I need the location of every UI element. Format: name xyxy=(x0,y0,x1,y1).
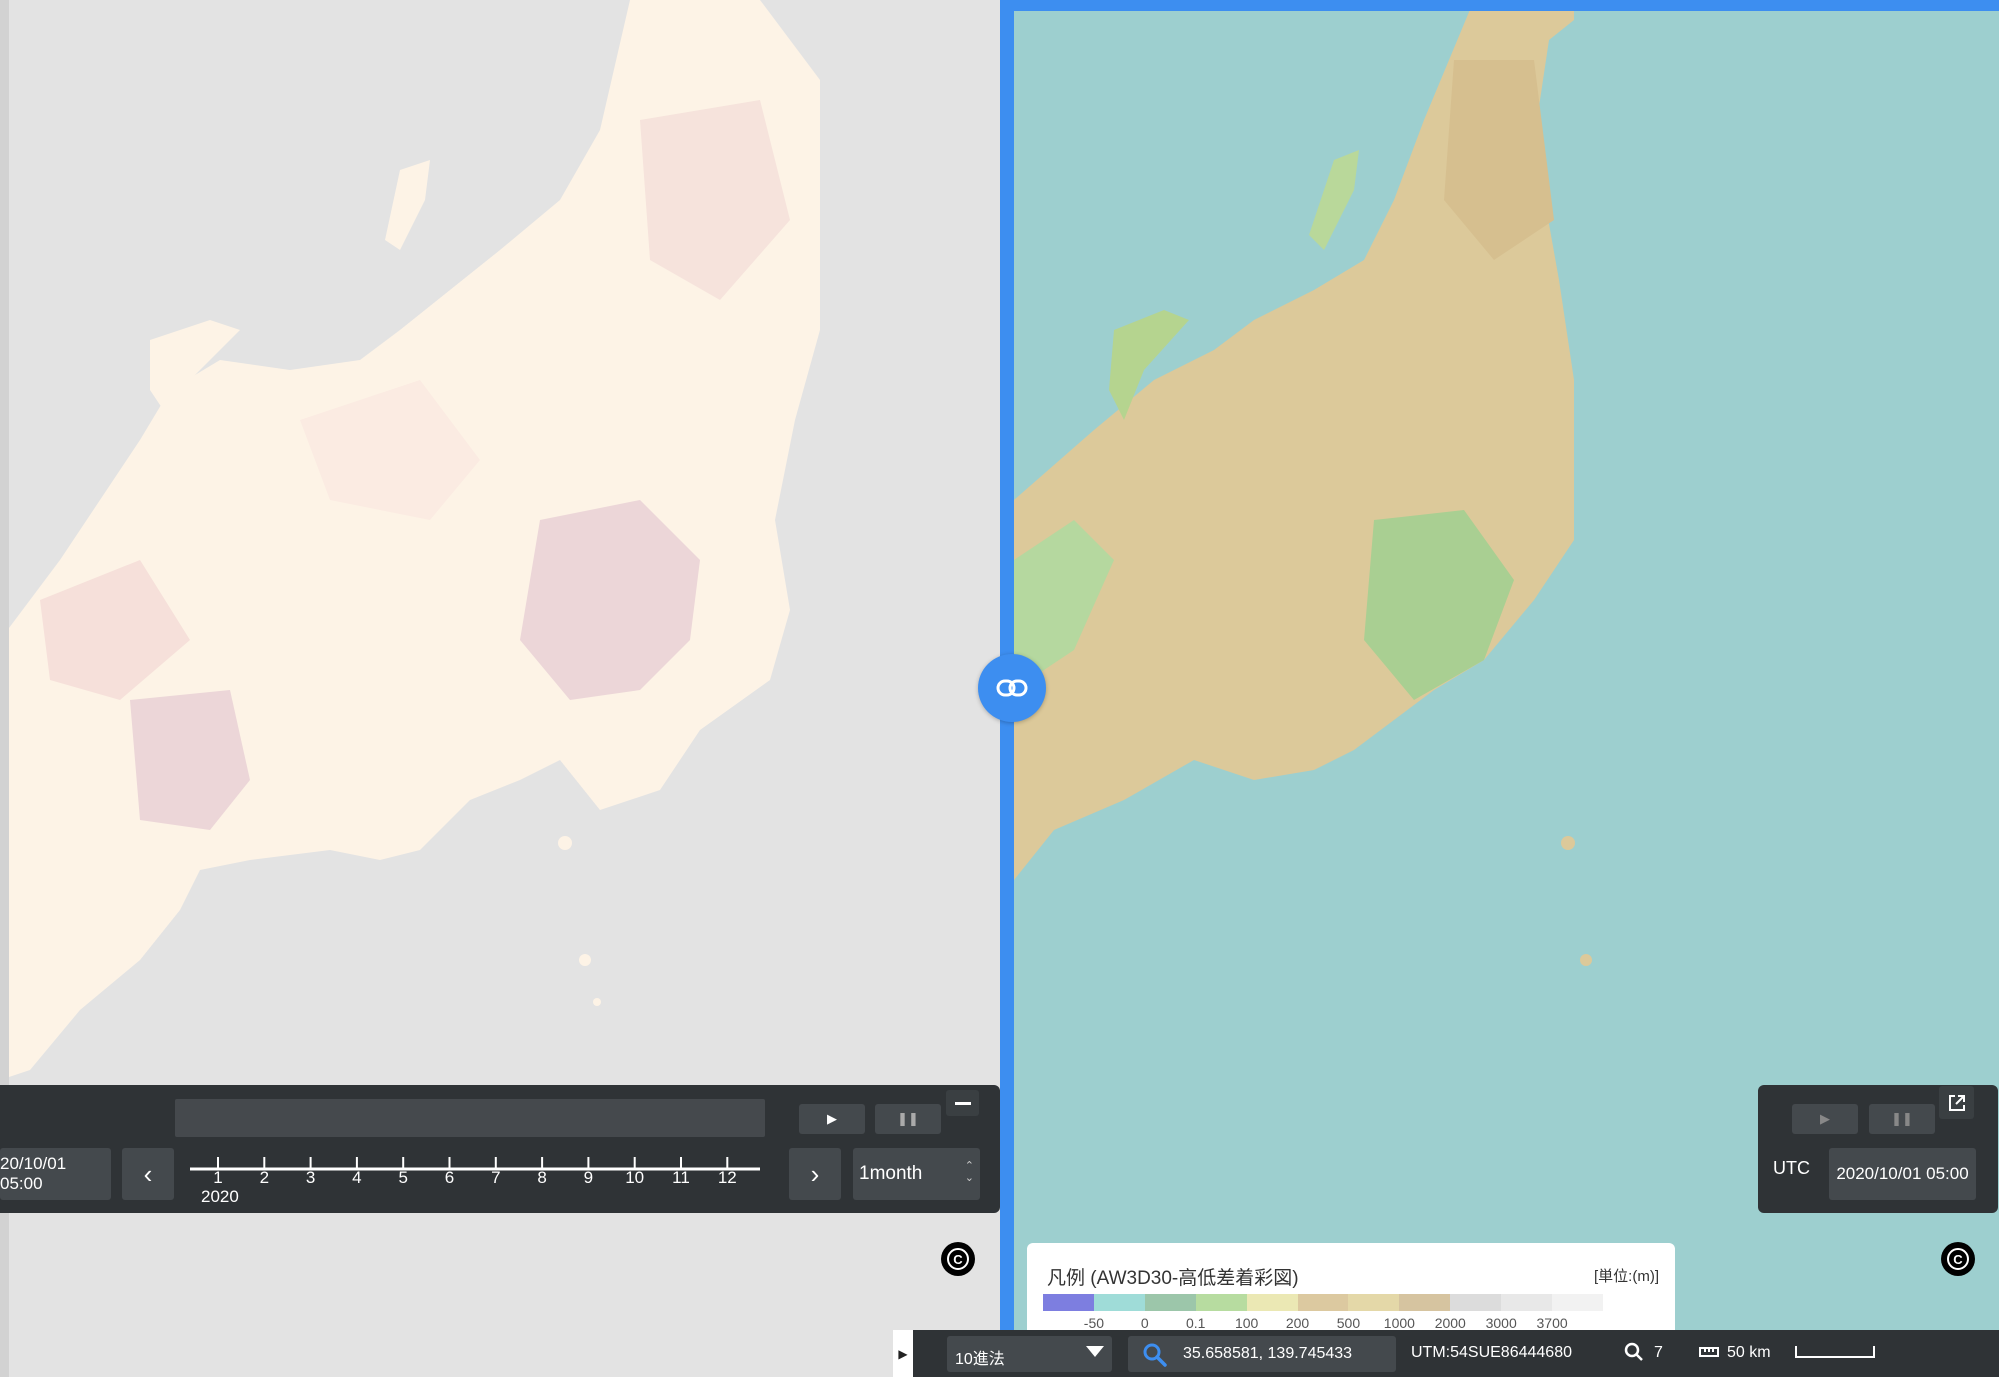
stepper-icon: ⌃ ⌄ xyxy=(964,1160,974,1184)
copyright-icon[interactable]: C xyxy=(941,1242,975,1276)
popout-button[interactable] xyxy=(1939,1086,1974,1119)
timeline-month-label: 1 xyxy=(213,1168,223,1187)
utm-value: UTM:54SUE86444680 xyxy=(1411,1344,1572,1361)
island-sado-right xyxy=(1309,150,1359,250)
coordinates-value: 35.658581, 139.745433 xyxy=(1183,1345,1353,1362)
right-datetime-display[interactable]: 2020/10/01 05:00 xyxy=(1829,1148,1976,1200)
play-icon: ▶ xyxy=(827,1111,837,1126)
timeline-month-label: 2 xyxy=(259,1168,270,1187)
legend-tick-label: 1000 xyxy=(1383,1315,1415,1331)
timeline-month-label: 10 xyxy=(625,1168,645,1187)
legend-swatch xyxy=(1552,1294,1603,1311)
legend-swatch xyxy=(1093,1294,1145,1311)
copyright-icon[interactable]: C xyxy=(1941,1242,1975,1276)
legend-swatch xyxy=(1450,1294,1502,1311)
timeline-slider[interactable]: 1 2 3 4 5 6 7 8 9 10 11 12 2020 xyxy=(190,1150,765,1210)
active-map-indicator xyxy=(1000,0,1999,11)
scale-label: 50 km xyxy=(1727,1344,1771,1361)
island-sado xyxy=(385,160,430,250)
search-icon xyxy=(1143,1343,1167,1367)
legend-title: 凡例 (AW3D30-高低差着彩図) xyxy=(1047,1268,1299,1289)
external-link-icon xyxy=(1948,1094,1965,1111)
timeline-month-label: 9 xyxy=(583,1168,594,1187)
right-pause-button[interactable]: ❚❚ xyxy=(1869,1104,1935,1134)
legend-tick-label: 200 xyxy=(1285,1315,1310,1331)
coordinate-format-select[interactable]: 10進法 xyxy=(947,1336,1112,1372)
legend-swatch xyxy=(1399,1294,1451,1311)
chevron-right-icon: › xyxy=(810,1158,820,1189)
legend-swatch xyxy=(1195,1294,1247,1311)
play-icon: ▶ xyxy=(1820,1111,1830,1126)
timeline-month-label: 8 xyxy=(537,1168,547,1187)
minimize-button[interactable] xyxy=(946,1090,979,1116)
legend-swatch xyxy=(1297,1294,1349,1311)
legend-swatch xyxy=(1348,1294,1400,1311)
legend-tick-label: 2000 xyxy=(1434,1315,1466,1331)
timeline-month-label: 3 xyxy=(305,1168,316,1187)
scale-bar xyxy=(1795,1346,1875,1358)
legend-swatch xyxy=(1501,1294,1553,1311)
legend-tick-label: -50 xyxy=(1083,1315,1105,1331)
zoom-level: 7 xyxy=(1654,1344,1663,1361)
previous-button[interactable]: ‹ xyxy=(122,1148,174,1200)
timezone-label: UTC xyxy=(1773,1158,1810,1178)
coordinate-search[interactable]: 35.658581, 139.745433 xyxy=(1128,1336,1396,1372)
pause-button[interactable]: ❚❚ xyxy=(875,1104,941,1134)
legend-tick-label: 0 xyxy=(1140,1315,1149,1331)
playback-progress[interactable] xyxy=(175,1099,765,1137)
legend-swatch xyxy=(1246,1294,1298,1311)
status-bar-toggle[interactable]: ▶ xyxy=(893,1330,913,1377)
legend-tick-label: 3700 xyxy=(1536,1315,1568,1331)
timeline-month-label: 7 xyxy=(491,1168,501,1187)
legend-tick-label: 100 xyxy=(1234,1315,1259,1331)
legend-unit: [単位:(m)] xyxy=(1594,1268,1659,1285)
legend-color-bar xyxy=(1043,1294,1603,1311)
pause-icon: ❚❚ xyxy=(897,1111,919,1126)
legend-panel: 凡例 (AW3D30-高低差着彩図) [単位:(m)] -50 0 0.1 100 20… xyxy=(1027,1243,1675,1333)
pause-icon: ❚❚ xyxy=(1891,1111,1913,1126)
legend-tick-label: 500 xyxy=(1336,1315,1361,1331)
minus-icon xyxy=(954,1101,971,1105)
link-icon xyxy=(996,679,1028,697)
next-button[interactable]: › xyxy=(789,1148,841,1200)
legend-tick-label: 0.1 xyxy=(1185,1315,1206,1331)
interval-select[interactable]: 1month ⌃ ⌄ xyxy=(853,1148,980,1200)
dropdown-arrow-icon xyxy=(1086,1346,1104,1357)
right-play-button[interactable]: ▶ xyxy=(1792,1104,1858,1134)
caret-right-icon: ▶ xyxy=(898,1346,908,1361)
timeline-month-label: 12 xyxy=(717,1168,737,1187)
timeline-month-label: 5 xyxy=(398,1168,408,1187)
left-datetime-display[interactable]: 20/10/01 05:00 xyxy=(0,1148,111,1200)
timeline-month-label: 6 xyxy=(444,1168,455,1187)
timeline-month-label: 11 xyxy=(672,1168,690,1187)
legend-swatch xyxy=(1144,1294,1196,1311)
chevron-left-icon: ‹ xyxy=(143,1158,153,1189)
sync-link-button[interactable] xyxy=(978,654,1046,722)
timeline-month-label: 4 xyxy=(352,1168,362,1187)
legend-swatch xyxy=(1043,1294,1094,1311)
legend-tick-label: 3000 xyxy=(1485,1315,1517,1331)
timeline-year: 2020 xyxy=(201,1187,239,1206)
play-button[interactable]: ▶ xyxy=(799,1104,865,1134)
zoom-icon xyxy=(1624,1342,1643,1361)
ruler-icon xyxy=(1699,1347,1719,1357)
